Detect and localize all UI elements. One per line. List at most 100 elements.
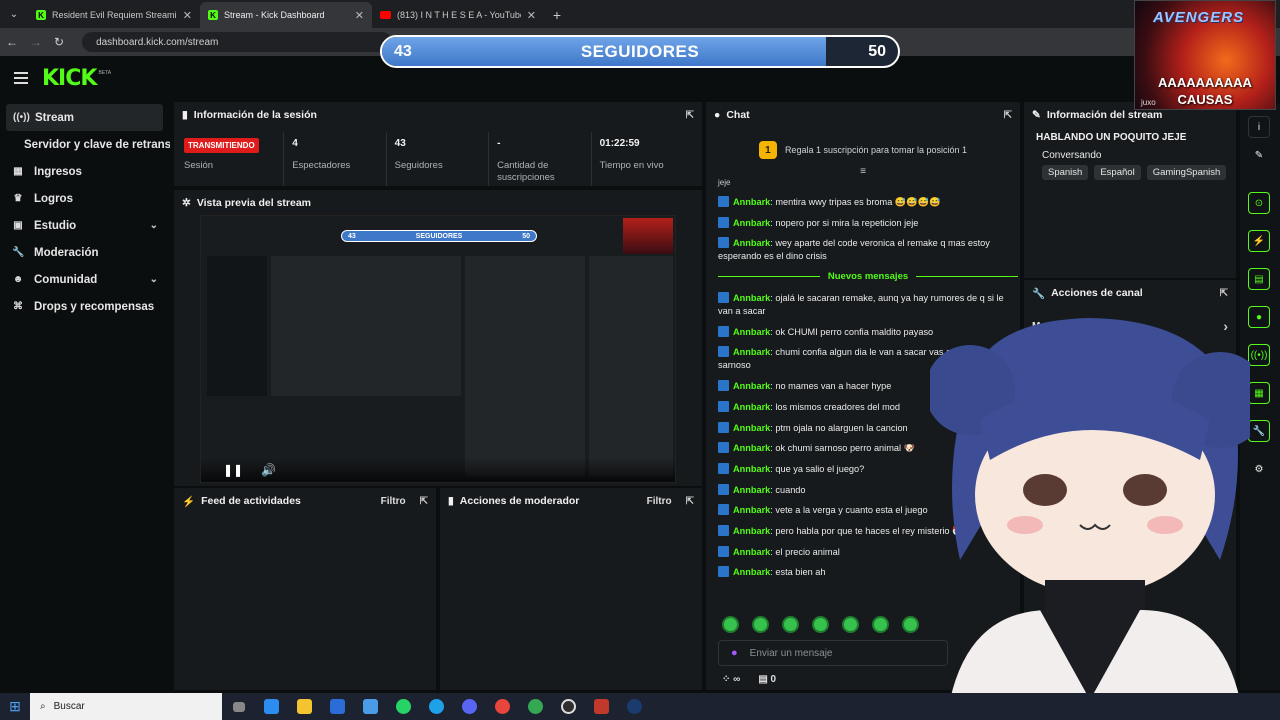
new-messages-divider: Nuevos mensajes: [718, 271, 1019, 282]
close-icon[interactable]: ✕: [527, 9, 536, 22]
sidebar-item-stream[interactable]: ((•)) Stream: [6, 104, 163, 131]
badge-icon: [718, 380, 729, 392]
filter-button[interactable]: Filtro: [647, 496, 672, 507]
sidebar-item-studio[interactable]: ▣ Estudio ⌄: [0, 212, 170, 239]
chat-username[interactable]: Annbark: [733, 443, 770, 453]
chat-username[interactable]: Annbark: [733, 567, 770, 577]
emote-icon[interactable]: [902, 616, 919, 633]
chat-username[interactable]: Annbark: [733, 505, 770, 515]
back-icon[interactable]: ←: [6, 35, 18, 49]
browser-tab-youtube[interactable]: (813) I N T H E S E A - YouTube ✕: [372, 2, 544, 28]
taskbar-search[interactable]: ⌕ Buscar: [30, 693, 222, 720]
emote-icon[interactable]: [842, 616, 859, 633]
browser-tab-dashboard[interactable]: K Stream - Kick Dashboard ✕: [200, 2, 372, 28]
chat-username[interactable]: Annbark: [733, 423, 770, 433]
edge-icon[interactable]: [420, 693, 453, 720]
chat-username[interactable]: Annbark: [733, 218, 770, 228]
app-icon[interactable]: [585, 693, 618, 720]
follower-goal-bar: 43 SEGUIDORES 50: [380, 35, 900, 68]
gift-icon[interactable]: ▤ 0: [758, 674, 776, 685]
reload-icon[interactable]: ↻: [54, 35, 64, 49]
broadcast-icon[interactable]: ((•)): [1248, 344, 1270, 366]
sidebar-item-moderation[interactable]: 🔧 Moderación: [0, 239, 170, 266]
chat-username[interactable]: Annbark: [733, 347, 770, 357]
discord-icon[interactable]: [453, 693, 486, 720]
sidebar-item-achievements[interactable]: ♛ Logros: [0, 185, 170, 212]
popout-icon[interactable]: ⇱: [420, 496, 428, 507]
chat-username[interactable]: Annbark: [733, 547, 770, 557]
connection-icon[interactable]: ⁘ ∞: [722, 674, 740, 685]
sidebar-item-community[interactable]: ☻ Comunidad ⌄: [0, 266, 170, 293]
chat-message: Annbark: cuando: [718, 483, 1018, 497]
sidebar-item-revenue[interactable]: ▦ Ingresos: [0, 158, 170, 185]
pin-toggle-icon[interactable]: ≡: [706, 166, 1020, 177]
emote-icon[interactable]: [722, 616, 739, 633]
stream-preview-video[interactable]: 43 SEGUIDORES 50 ❚❚ 🔊: [200, 215, 676, 483]
chat-username[interactable]: Annbark: [733, 293, 770, 303]
close-icon[interactable]: ✕: [183, 9, 192, 22]
channel-actions-panel: 🔧 Acciones de canal ⇱ Modo › ›: [1024, 280, 1236, 690]
microphone-icon[interactable]: ●: [731, 647, 738, 659]
pencil-icon[interactable]: ✎: [1248, 144, 1270, 166]
hamburger-menu-icon[interactable]: [14, 72, 28, 84]
whatsapp-icon[interactable]: [387, 693, 420, 720]
chat-username[interactable]: Annbark: [733, 197, 770, 207]
store-icon[interactable]: [354, 693, 387, 720]
url-field[interactable]: dashboard.kick.com/stream: [82, 32, 393, 52]
beta-label: BETA: [98, 70, 112, 76]
kick-logo[interactable]: KICK: [42, 66, 97, 91]
obs-icon[interactable]: [552, 693, 585, 720]
list-icon[interactable]: ▤: [1248, 268, 1270, 290]
chat-icon[interactable]: ●: [1248, 306, 1270, 328]
volume-icon[interactable]: 🔊: [261, 463, 276, 477]
tab-label: Resident Evil Requiem Streaming: [52, 10, 177, 20]
settings-icon[interactable]: ⚙: [1248, 458, 1270, 480]
chat-username[interactable]: Annbark: [733, 485, 770, 495]
gift-sub-banner[interactable]: 1 Regala 1 suscripción para tomar la pos…: [706, 134, 1020, 166]
chrome-icon[interactable]: [519, 693, 552, 720]
task-view-icon[interactable]: [222, 693, 255, 720]
forward-icon[interactable]: →: [30, 35, 42, 49]
popout-icon[interactable]: ⇱: [686, 110, 694, 121]
popout-icon[interactable]: ⇱: [686, 496, 694, 507]
target-icon[interactable]: ⊙: [1248, 192, 1270, 214]
chat-username[interactable]: Annbark: [733, 526, 770, 536]
chat-username[interactable]: Annbark: [733, 327, 770, 337]
chat-message: Annbark: ptm ojala no alarguen la cancio…: [718, 421, 1018, 435]
chrome-icon[interactable]: [486, 693, 519, 720]
close-icon[interactable]: ✕: [355, 9, 364, 22]
popout-icon[interactable]: ⇱: [1220, 288, 1228, 299]
popout-icon[interactable]: ⇱: [1004, 110, 1012, 121]
app-icon[interactable]: [321, 693, 354, 720]
chat-username[interactable]: Annbark: [733, 238, 770, 248]
tab-search-icon[interactable]: ⌄: [0, 0, 28, 28]
steam-icon[interactable]: [618, 693, 651, 720]
stat-live-time: 01:22:59 Tiempo en vivo: [592, 132, 694, 186]
sidebar-item-server-key[interactable]: Servidor y clave de retransmisión: [0, 131, 170, 158]
chat-username[interactable]: Annbark: [733, 381, 770, 391]
layout-icon[interactable]: ▦: [1248, 382, 1270, 404]
chat-username[interactable]: Annbark: [733, 464, 770, 474]
chat-input[interactable]: ● Enviar un mensaje: [718, 640, 948, 666]
channel-action-mode[interactable]: Modo ›: [1024, 312, 1236, 340]
windows-start-icon[interactable]: ⊞: [0, 693, 30, 720]
emote-icon[interactable]: [752, 616, 769, 633]
channel-action-2[interactable]: ›: [1024, 340, 1236, 368]
info-icon[interactable]: i: [1248, 116, 1270, 138]
sidebar-item-drops[interactable]: ⌘ Drops y recompensas: [0, 293, 170, 320]
pause-icon[interactable]: ❚❚: [223, 463, 243, 477]
wrench-icon[interactable]: 🔧: [1248, 420, 1270, 442]
app-icon[interactable]: [255, 693, 288, 720]
chat-username[interactable]: Annbark: [733, 402, 770, 412]
filter-button[interactable]: Filtro: [381, 496, 406, 507]
badge-icon: [718, 545, 729, 557]
promo-caption: CAUSAS: [1177, 92, 1233, 107]
sidebar: ((•)) Stream Servidor y clave de retrans…: [0, 104, 170, 320]
emote-icon[interactable]: [872, 616, 889, 633]
lightning-icon[interactable]: ⚡: [1248, 230, 1270, 252]
folder-icon[interactable]: [288, 693, 321, 720]
new-tab-button[interactable]: +: [544, 2, 570, 28]
emote-icon[interactable]: [782, 616, 799, 633]
emote-icon[interactable]: [812, 616, 829, 633]
browser-tab-resident[interactable]: K Resident Evil Requiem Streaming ✕: [28, 2, 200, 28]
